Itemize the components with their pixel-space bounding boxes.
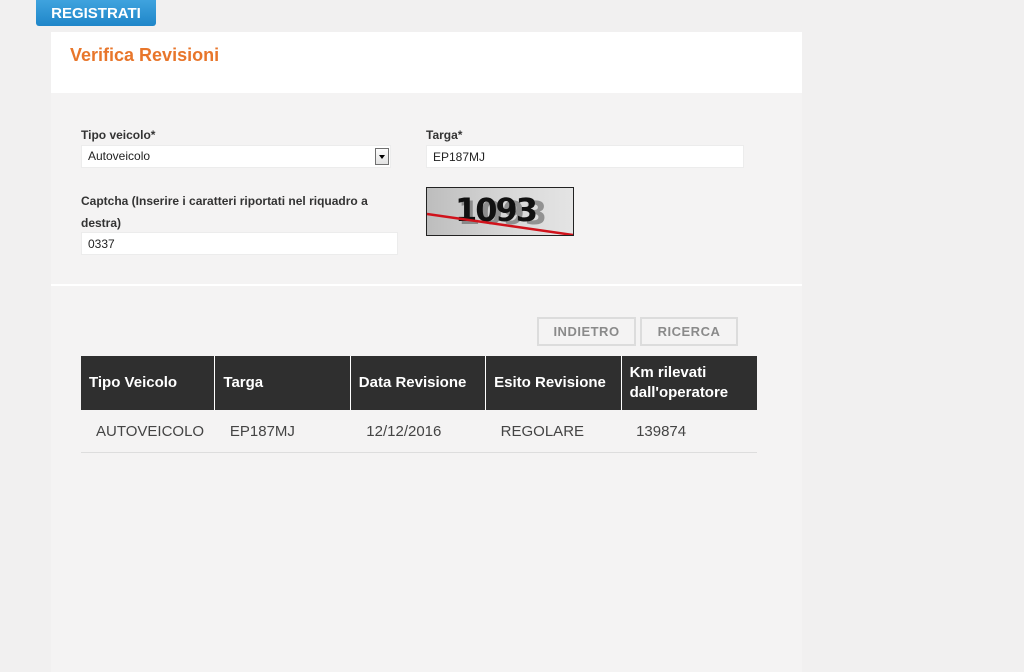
captcha-label: Captcha (Inserire i caratteri riportati … bbox=[81, 194, 368, 230]
captcha-input[interactable] bbox=[81, 232, 398, 255]
cell-revision-outcome: REGOLARE bbox=[485, 410, 622, 453]
column-header-km: Km rilevati dall'operatore bbox=[621, 356, 757, 410]
back-button[interactable]: INDIETRO bbox=[537, 317, 636, 346]
cell-plate: EP187MJ bbox=[214, 410, 351, 453]
column-header-vehicle-type: Tipo Veicolo bbox=[81, 356, 216, 410]
table-header-row: Tipo Veicolo Targa Data Revisione Esito … bbox=[81, 356, 757, 410]
page-title: Verifica Revisioni bbox=[70, 45, 220, 65]
plate-input[interactable] bbox=[426, 145, 744, 168]
vehicle-type-selected-value: Autoveicolo bbox=[88, 149, 151, 163]
table-row: AUTOVEICOLO EP187MJ 12/12/2016 REGOLARE … bbox=[81, 410, 757, 453]
column-header-revision-date: Data Revisione bbox=[350, 356, 487, 410]
cell-vehicle-type: AUTOVEICOLO bbox=[81, 410, 215, 453]
plate-label: Targa* bbox=[426, 128, 463, 142]
vehicle-type-select[interactable]: Autoveicolo bbox=[81, 145, 391, 168]
captcha-image: 1093 1093 bbox=[426, 187, 574, 236]
cell-revision-date: 12/12/2016 bbox=[350, 410, 486, 453]
results-table: Tipo Veicolo Targa Data Revisione Esito … bbox=[81, 356, 757, 453]
chevron-down-icon[interactable] bbox=[375, 148, 389, 165]
search-button[interactable]: RICERCA bbox=[640, 317, 738, 346]
revision-check-panel: Verifica Revisioni Tipo veicolo* Autovei… bbox=[51, 32, 802, 672]
panel-header: Verifica Revisioni bbox=[51, 32, 802, 93]
vehicle-type-label: Tipo veicolo* bbox=[81, 128, 156, 142]
cell-km: 139874 bbox=[621, 410, 757, 453]
section-divider bbox=[51, 284, 802, 286]
register-button[interactable]: REGISTRATI bbox=[36, 0, 156, 26]
column-header-plate: Targa bbox=[214, 356, 351, 410]
column-header-revision-outcome: Esito Revisione bbox=[485, 356, 622, 410]
